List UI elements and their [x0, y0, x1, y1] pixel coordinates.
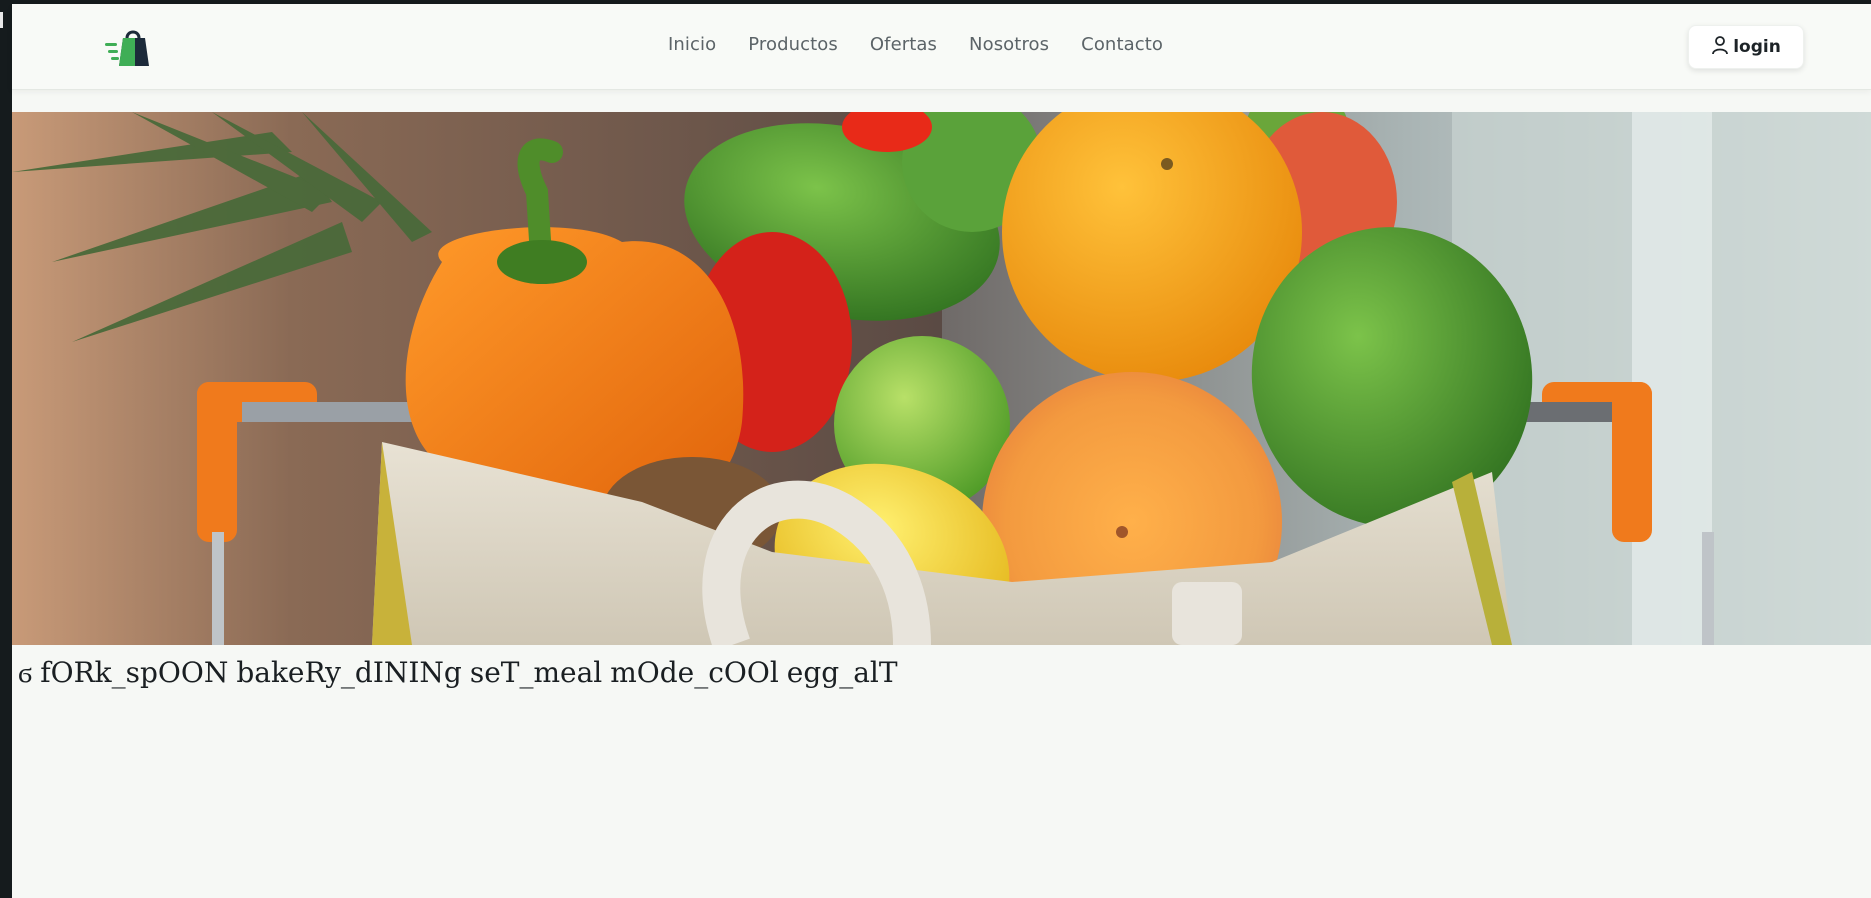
login-label: login [1733, 37, 1781, 57]
hero-banner-image [12, 112, 1871, 645]
page: Inicio Productos Ofertas Nosotros Contac… [12, 4, 1871, 898]
mode-cool-icon: mOde_cOOl [610, 656, 779, 689]
window-left-edge [0, 0, 12, 898]
shopping-bag-logo-icon[interactable] [105, 26, 153, 70]
icon-font-fallback-row: ϭ fORk_spOON bakeRy_dININg seT_meal mOde… [18, 656, 898, 690]
fork-spoon-icon: fORk_spOON [40, 656, 229, 689]
main-nav: Inicio Productos Ofertas Nosotros Contac… [668, 34, 1163, 55]
egg-alt-icon: egg_alT [786, 656, 898, 689]
login-button[interactable]: login [1688, 25, 1804, 69]
set-meal-icon: seT_meal [469, 656, 603, 689]
nav-link-productos[interactable]: Productos [748, 34, 838, 55]
unrendered-icon-glyph: ϭ [18, 656, 33, 689]
navbar: Inicio Productos Ofertas Nosotros Contac… [12, 4, 1871, 90]
nav-link-inicio[interactable]: Inicio [668, 34, 716, 55]
text-cursor-mark [0, 12, 3, 28]
bakery-dining-icon: bakeRy_dININg [236, 656, 462, 689]
nav-link-ofertas[interactable]: Ofertas [870, 34, 937, 55]
nav-link-nosotros[interactable]: Nosotros [969, 34, 1049, 55]
nav-link-contacto[interactable]: Contacto [1081, 34, 1163, 55]
user-icon [1711, 35, 1729, 60]
